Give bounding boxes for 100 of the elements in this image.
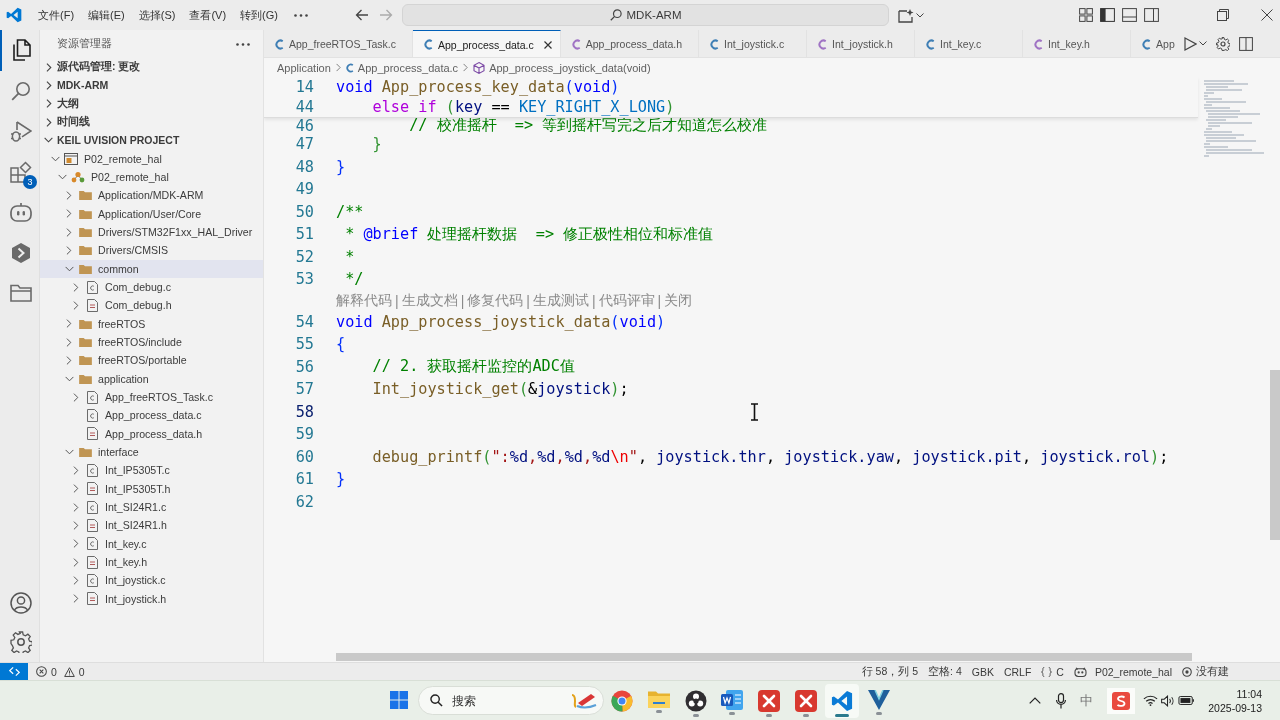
restore-icon[interactable] xyxy=(1217,9,1229,21)
file-icon xyxy=(86,518,98,532)
tree-item[interactable]: Int_joystick.h xyxy=(40,589,263,608)
menu-item[interactable]: 查看(V) xyxy=(182,4,234,26)
run-icon[interactable] xyxy=(1183,36,1197,51)
tree-item[interactable]: Int_SI24R1.c xyxy=(40,497,263,517)
editor-tab[interactable]: App_process_data.c xyxy=(413,30,561,57)
wifi-icon[interactable] xyxy=(1143,695,1159,706)
extensions-button[interactable]: 3 xyxy=(0,151,40,192)
split-editor-icon[interactable] xyxy=(1239,36,1253,51)
menu-item[interactable]: 文件(F) xyxy=(31,4,82,26)
folder-icon xyxy=(78,318,92,329)
settings-icon[interactable] xyxy=(10,631,32,654)
app-icon xyxy=(758,690,781,712)
breadcrumb-item[interactable]: App_process_data.c xyxy=(345,61,459,74)
editor-tab[interactable]: Int_joystick.h xyxy=(807,30,916,57)
count-badge: 3 xyxy=(23,174,37,189)
command-center[interactable]: MDK-ARM xyxy=(402,4,889,26)
caret-icon[interactable] xyxy=(1199,41,1207,46)
tree-item[interactable]: Int_IP5305T.h xyxy=(40,479,263,498)
browser-icon xyxy=(611,690,634,712)
line-number: 44 xyxy=(295,98,314,116)
tree-item[interactable]: P02_remote_hal xyxy=(40,149,263,168)
back-icon[interactable] xyxy=(355,9,369,21)
battery-icon[interactable] xyxy=(1178,696,1196,705)
app-icon[interactable] xyxy=(1112,691,1131,710)
line-number: 48 xyxy=(295,157,314,176)
sparkle-icon[interactable] xyxy=(898,7,914,23)
status-item[interactable]: 空格: 4 xyxy=(923,664,967,679)
section-header[interactable]: 大纲 xyxy=(40,94,263,113)
code-line: // 2. 获取摇杆监控的ADC值 xyxy=(371,356,575,378)
menu-item[interactable]: 转到(G) xyxy=(233,4,285,26)
sidebar-title: 资源管理器 xyxy=(57,37,112,51)
tree-item[interactable]: App_freeRTOS_Task.c xyxy=(40,387,263,407)
menu-item[interactable]: 编辑(E) xyxy=(81,4,132,26)
section-header[interactable]: MDK-ARM xyxy=(40,76,263,95)
editor-tab[interactable]: App xyxy=(1131,30,1177,57)
account-icon[interactable] xyxy=(10,591,32,614)
app-icon xyxy=(794,690,817,712)
tree-item[interactable]: Int_IP5305T.c xyxy=(40,461,263,480)
section-header[interactable]: 时间线 xyxy=(40,113,263,132)
tree-item[interactable]: App_process_data.c xyxy=(40,406,263,425)
tree-item[interactable]: Int_joystick.c xyxy=(40,571,263,590)
tree-item[interactable]: interface xyxy=(40,442,263,462)
status-item[interactable]: CRLF xyxy=(998,665,1037,678)
status-item[interactable]: P02_remote_hal xyxy=(1068,665,1177,678)
line-number: 54 xyxy=(295,312,314,331)
editor-tab[interactable]: App_process_data.h xyxy=(560,30,700,57)
section-header[interactable]: KEIL UVISION PROJECT xyxy=(40,131,263,150)
search-field[interactable]: 搜索 xyxy=(418,686,604,715)
caret-up-icon[interactable] xyxy=(1029,697,1042,704)
horizontal-scrollbar-thumb[interactable] xyxy=(336,653,1192,661)
editor-tab[interactable]: Int_joystick.c xyxy=(699,30,808,57)
problems-button[interactable]: 0 0 xyxy=(36,665,85,678)
status-item[interactable]: C xyxy=(1036,665,1069,678)
tree-item[interactable]: Int_key.h xyxy=(40,552,263,572)
tree-item[interactable]: freeRTOS/include xyxy=(40,332,263,352)
tree-item[interactable]: Int_key.c xyxy=(40,534,263,553)
menu-item[interactable]: 选择(S) xyxy=(131,4,183,26)
more-icon[interactable] xyxy=(293,13,308,17)
section-header[interactable]: 源代码管理: 更改 xyxy=(40,58,263,77)
volume-icon[interactable] xyxy=(1161,694,1176,707)
editor-tab[interactable]: Int_key.h xyxy=(1023,30,1132,57)
caret-icon[interactable] xyxy=(916,12,924,18)
tree-item[interactable]: P02_remote_hal xyxy=(40,167,263,187)
tree-item[interactable]: Drivers/CMSIS xyxy=(40,241,263,260)
tree-item[interactable]: Drivers/STM32F1xx_HAL_Driver xyxy=(40,222,263,242)
settings-icon[interactable] xyxy=(1216,36,1230,51)
tree-item[interactable]: Com_debug.c xyxy=(40,277,263,297)
line-number: 57 xyxy=(295,380,314,399)
tree-item[interactable]: Int_SI24R1.h xyxy=(40,516,263,535)
tree-item[interactable]: freeRTOS/portable xyxy=(40,351,263,370)
line-number: 55 xyxy=(295,335,314,354)
vertical-scrollbar-thumb[interactable] xyxy=(1270,370,1280,540)
tree-item[interactable]: application xyxy=(40,369,263,388)
status-item[interactable]: 行 58，列 5 xyxy=(856,664,924,679)
tree-item[interactable]: Com_debug.h xyxy=(40,296,263,315)
tree-item[interactable]: freeRTOS xyxy=(40,314,263,333)
secondary-sidebar-icon[interactable] xyxy=(1144,8,1159,22)
c-file-icon xyxy=(275,38,284,50)
start-icon[interactable] xyxy=(390,691,408,709)
code-editor-icon xyxy=(831,690,854,712)
sidebar-toggle-icon[interactable] xyxy=(1100,8,1115,22)
tree-item[interactable]: common xyxy=(40,259,263,278)
more-icon[interactable] xyxy=(236,42,250,46)
editor-tab[interactable]: Int_key.c xyxy=(915,30,1024,57)
microphone-icon[interactable] xyxy=(1056,692,1067,709)
remote-button[interactable] xyxy=(0,663,28,680)
status-item[interactable]: 没有建 xyxy=(1177,664,1234,679)
input-method-indicator[interactable]: 中 xyxy=(1080,691,1094,710)
tree-item[interactable]: Application/MDK-ARM xyxy=(40,186,263,205)
tree-item[interactable]: Application/User/Core xyxy=(40,204,263,223)
breadcrumb-item[interactable]: App_process_joystick_data(void) xyxy=(473,61,651,74)
breadcrumb-item[interactable]: Application xyxy=(277,61,331,74)
close-icon[interactable] xyxy=(543,40,552,49)
layout-icon[interactable] xyxy=(1079,8,1093,22)
tree-item[interactable]: App_process_data.h xyxy=(40,424,263,443)
status-item[interactable]: GBK xyxy=(966,665,999,678)
close-icon[interactable] xyxy=(1261,9,1273,21)
panel-toggle-icon[interactable] xyxy=(1122,8,1137,22)
